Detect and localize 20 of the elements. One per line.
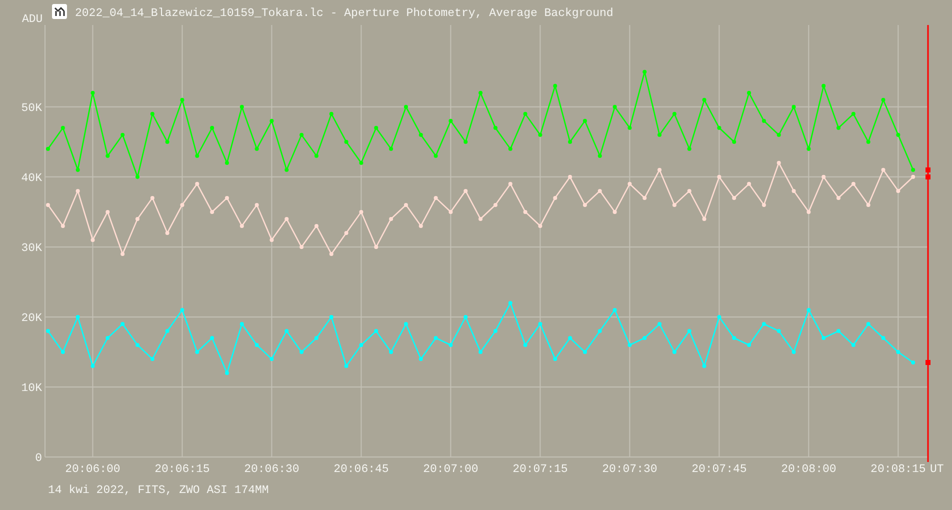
tick-label: 20:06:15 bbox=[154, 463, 210, 476]
tick-label: 30K bbox=[21, 242, 42, 255]
axis-label: ADU bbox=[22, 13, 43, 26]
tick-label: 20:06:30 bbox=[244, 463, 300, 476]
tick-label: 20:08:00 bbox=[781, 463, 836, 476]
tick-label: 20:07:45 bbox=[692, 463, 747, 476]
tick-label: 20K bbox=[21, 312, 42, 325]
tick-label: 20:06:45 bbox=[334, 463, 389, 476]
tick-label: 0 bbox=[35, 452, 42, 465]
tick-label: 10K bbox=[21, 382, 42, 395]
tick-label: 20:08:15 bbox=[870, 463, 926, 476]
tick-label: 20:07:00 bbox=[423, 463, 478, 476]
footer-text: 14 kwi 2022, FITS, ZWO ASI 174MM bbox=[47, 483, 270, 497]
axis-label: UT bbox=[930, 463, 944, 476]
tick-label: 20:07:15 bbox=[512, 463, 568, 476]
chart-title: 2022_04_14_Blazewicz_10159_Tokara.lc - Aperture Photometry, Average Background bbox=[75, 7, 614, 20]
tick-label: 40K bbox=[21, 172, 42, 185]
tick-label: 20:06:00 bbox=[65, 463, 120, 476]
tick-label: 50K bbox=[21, 102, 42, 115]
tick-label: 20:07:30 bbox=[602, 463, 658, 476]
